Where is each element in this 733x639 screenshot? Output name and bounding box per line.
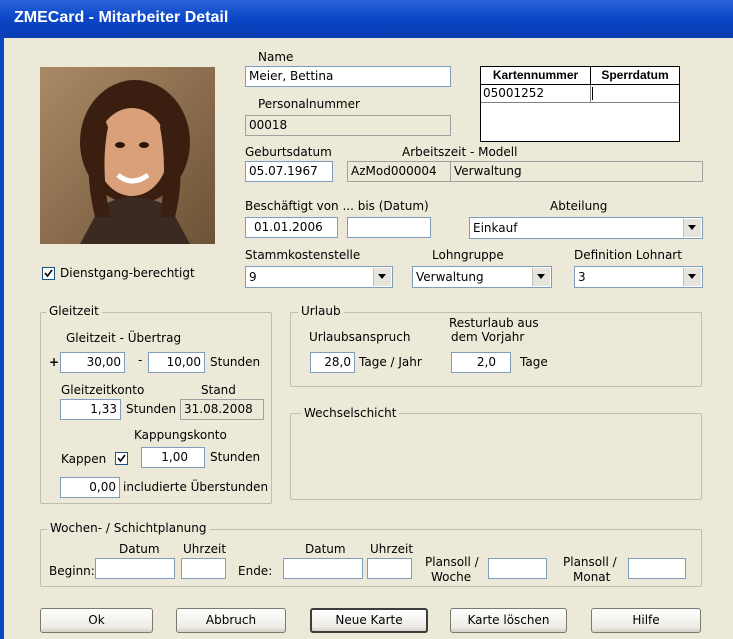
plus-sign: + [49,355,60,369]
abteilung-value: Einkauf [473,221,518,235]
gleitzeitkonto-field: 1,33 [60,399,121,420]
table-cell-kartennummer[interactable]: 05001252 [481,85,591,103]
arbeitszeit-name-field: Verwaltung [450,161,703,182]
ok-button[interactable]: Ok [40,608,153,633]
ende-datum-label: Datum [305,542,346,556]
planung-title: Wochen- / Schichtplanung [47,521,210,535]
gleitzeit-uebertrag-label: Gleitzeit - Übertrag [66,331,182,345]
name-field[interactable]: Meier, Bettina [245,66,451,87]
lohnart-value: 3 [578,270,586,284]
kappen-checkbox[interactable] [115,452,128,465]
kappungskonto-label: Kappungskonto [134,428,227,442]
resturlaub-unit: Tage [520,355,548,369]
wechselschicht-title: Wechselschicht [301,406,400,420]
lohnart-dropdown[interactable]: 3 [574,266,703,288]
window-frame [0,38,4,639]
lohnart-label: Definition Lohnart [574,248,682,262]
urlaub-title: Urlaub [298,304,344,318]
ende-datum-field[interactable] [283,558,363,579]
chevron-down-icon[interactable] [683,268,701,286]
kappungskonto-field[interactable]: 1,00 [141,447,205,468]
text-cursor [592,87,593,100]
plansoll-monat-label-2: Monat [573,570,611,584]
abbruch-button[interactable]: Abbruch [176,608,286,633]
beschaeftigt-von-field[interactable]: 01.01.2006 [245,217,338,238]
beginn-uhrzeit-label: Uhrzeit [183,542,227,556]
gleitzeit-title: Gleitzeit [46,304,102,318]
employee-photo [40,67,215,244]
karten-header-sperrdatum[interactable]: Sperrdatum [591,67,679,85]
hilfe-button[interactable]: Hilfe [591,608,701,633]
beginn-datum-label: Datum [119,542,160,556]
karten-table[interactable]: Kartennummer Sperrdatum 05001252 [480,66,680,142]
plansoll-woche-label-2: Woche [431,570,472,584]
chevron-down-icon[interactable] [373,268,391,286]
plansoll-woche-label-1: Plansoll / [425,555,479,569]
ende-label: Ende: [238,564,273,578]
checkmark-icon [117,454,126,463]
stand-field: 31.08.2008 [180,399,264,420]
kappungskonto-unit: Stunden [210,450,261,464]
resturlaub-field[interactable]: 2,0 [451,352,511,373]
karten-header-kartennummer[interactable]: Kartennummer [481,67,591,85]
resturlaub-label-2: dem Vorjahr [451,330,525,344]
gleitzeit-stunden-label: Stunden [210,355,261,369]
personalnummer-field: 00018 [245,115,451,136]
beginn-label: Beginn: [49,564,95,578]
dienstgang-checkbox[interactable] [42,267,55,280]
window-title: ZMECard - Mitarbeiter Detail [14,9,229,26]
beginn-uhrzeit-field[interactable] [181,558,226,579]
ueberstunden-label: includierte Überstunden [123,480,269,494]
minus-sign: - [138,353,143,367]
gleitzeit-minus-field[interactable]: 10,00 [148,352,205,373]
stand-label: Stand [201,383,236,397]
name-label: Name [258,50,294,64]
ueberstunden-field[interactable]: 0,00 [60,477,120,498]
arbeitszeit-code-field: AzMod000004 [347,161,451,182]
checkmark-icon [44,269,53,278]
resturlaub-label-1: Resturlaub aus [449,316,539,330]
dienstgang-label[interactable]: Dienstgang-berechtigt [60,266,195,280]
lohngruppe-dropdown[interactable]: Verwaltung [412,266,552,288]
lohngruppe-value: Verwaltung [416,270,484,284]
chevron-down-icon[interactable] [532,268,550,286]
wechselschicht-group [290,413,702,500]
ende-uhrzeit-label: Uhrzeit [370,542,414,556]
beschaeftigt-bis-field[interactable] [347,217,431,238]
chevron-down-icon[interactable] [683,219,701,237]
arbeitszeit-label: Arbeitszeit - Modell [402,145,518,159]
neue-karte-button[interactable]: Neue Karte [310,608,428,633]
urlaubsanspruch-unit: Tage / Jahr [359,355,422,369]
beginn-datum-field[interactable] [95,558,175,579]
title-bar[interactable]: ZMECard - Mitarbeiter Detail [0,0,733,38]
kappen-label[interactable]: Kappen [61,452,106,466]
stammkostenstelle-label: Stammkostenstelle [245,248,361,262]
personalnummer-label: Personalnummer [258,97,360,111]
ende-uhrzeit-field[interactable] [367,558,412,579]
person-photo-icon [40,67,215,244]
gleitzeit-plus-field[interactable]: 30,00 [60,352,125,373]
karte-loeschen-button[interactable]: Karte löschen [450,608,567,633]
table-cell-sperrdatum[interactable] [591,85,679,103]
stammkostenstelle-dropdown[interactable]: 9 [245,266,393,288]
lohngruppe-label: Lohngruppe [432,248,504,262]
plansoll-monat-label-1: Plansoll / [563,555,617,569]
stammkostenstelle-value: 9 [249,270,257,284]
plansoll-woche-field[interactable] [488,558,547,579]
gleitzeitkonto-label: Gleitzeitkonto [61,383,145,397]
geburtsdatum-field[interactable]: 05.07.1967 [245,161,333,182]
urlaubsanspruch-label: Urlaubsanspruch [309,330,411,344]
urlaubsanspruch-field[interactable]: 28,0 [310,352,355,373]
abteilung-dropdown[interactable]: Einkauf [469,217,703,239]
abteilung-label: Abteilung [550,199,608,213]
plansoll-monat-field[interactable] [628,558,686,579]
gleitzeitkonto-unit: Stunden [126,402,177,416]
geburtsdatum-label: Geburtsdatum [245,145,332,159]
beschaeftigt-label: Beschäftigt von ... bis (Datum) [245,199,429,213]
